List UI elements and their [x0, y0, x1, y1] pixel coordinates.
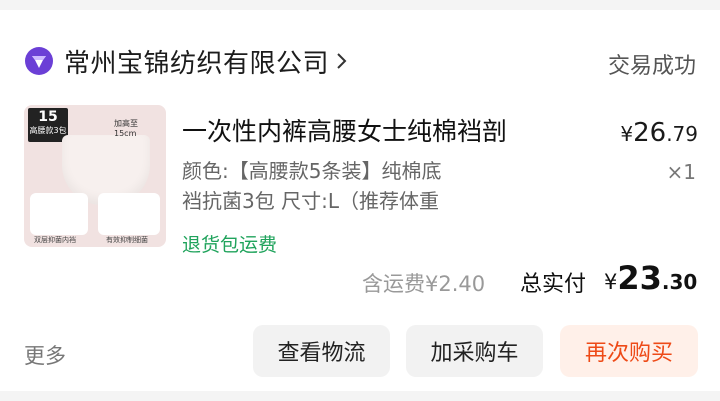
- spec-line-1: 颜色:【高腰款5条装】纯棉底: [182, 159, 442, 183]
- shop-diamond-icon: [24, 46, 54, 76]
- chevron-right-icon: [335, 51, 349, 71]
- rebuy-button[interactable]: 再次购买: [560, 325, 698, 377]
- store-name[interactable]: 常州宝锦纺织有限公司: [64, 43, 329, 80]
- spec-line-2: 裆抗菌3包 尺寸:L（推荐体重: [182, 189, 439, 213]
- thumb-height-label: 加高至 15cm: [114, 119, 138, 138]
- shipping-fee: 含运费¥2.40: [362, 272, 486, 296]
- thumb-pad-image: [30, 193, 88, 235]
- total-label: 总实付: [520, 272, 587, 297]
- unit-price: ¥26.79: [620, 118, 698, 148]
- more-button[interactable]: 更多: [24, 340, 66, 370]
- return-shipping-badge: 退货包运费: [182, 234, 278, 256]
- view-logistics-button[interactable]: 查看物流: [253, 325, 390, 377]
- total-price: ¥23.30: [604, 259, 698, 297]
- add-to-cart-button[interactable]: 加采购车: [406, 325, 543, 377]
- quantity: ×1: [666, 160, 696, 184]
- thumb-caption-1: 双层抑菌内裆: [34, 236, 76, 244]
- product-spec: 颜色:【高腰款5条装】纯棉底 裆抗菌3包 尺寸:L（推荐体重: [182, 156, 512, 216]
- thumb-caption-2: 有效抑制细菌: [106, 236, 148, 244]
- store-link[interactable]: 常州宝锦纺织有限公司: [24, 43, 349, 80]
- order-status: 交易成功: [607, 54, 696, 79]
- product-title[interactable]: 一次性内裤高腰女士纯棉裆剖: [182, 112, 507, 148]
- order-card: 常州宝锦纺织有限公司 交易成功 15 高腰款3包 加高至 15cm 双层抑菌内裆…: [0, 10, 720, 391]
- product-thumbnail[interactable]: 15 高腰款3包 加高至 15cm 双层抑菌内裆 有效抑制细菌: [24, 105, 166, 247]
- thumb-test-image: [98, 193, 160, 235]
